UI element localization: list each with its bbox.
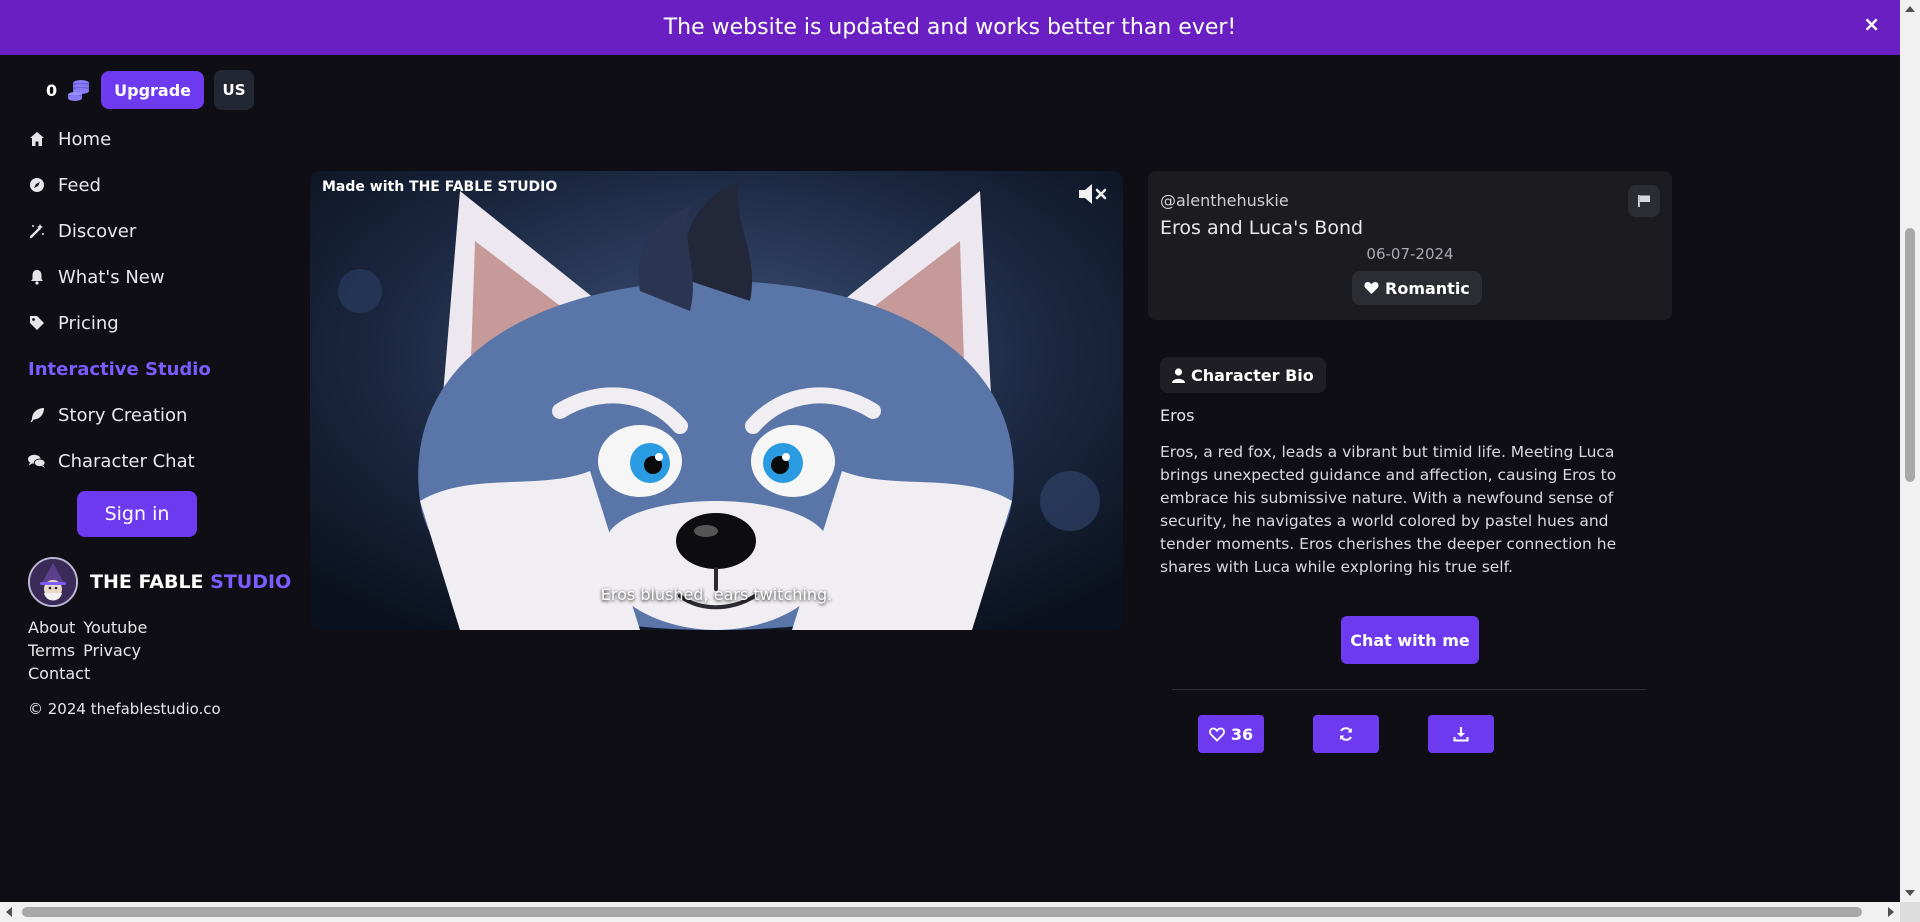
genre-label: Romantic (1385, 278, 1470, 298)
scroll-right-arrow-icon[interactable] (1888, 907, 1894, 917)
coin-balance: 0 (46, 80, 58, 100)
refresh-icon (1340, 727, 1352, 741)
wolf-character-illustration (310, 171, 1123, 630)
sidebar-item-discover[interactable]: Discover (28, 208, 211, 254)
horizontal-scrollbar[interactable] (0, 902, 1900, 922)
sidebar-item-label: Story Creation (58, 404, 188, 426)
scroll-down-arrow-icon[interactable] (1905, 890, 1915, 896)
story-date: 06-07-2024 (1366, 245, 1454, 263)
footer-link-privacy[interactable]: Privacy (83, 641, 141, 660)
sidebar-item-label: Discover (58, 220, 137, 242)
sidebar-item-label: Feed (58, 174, 101, 196)
author-handle[interactable]: @alenthehuskie (1160, 191, 1289, 210)
brand-name-main: THE FABLE (90, 571, 204, 593)
magic-wand-icon (28, 222, 46, 240)
story-video-player[interactable]: Made with THE FABLE STUDIO Eros blushed,… (310, 171, 1123, 630)
remix-button[interactable] (1313, 715, 1379, 753)
character-bio-tab[interactable]: Character Bio (1160, 357, 1326, 393)
brand-name: THE FABLE STUDIO (90, 571, 291, 593)
copyright-text: © 2024 thefablestudio.co (28, 700, 221, 718)
tag-icon (28, 314, 46, 332)
brand-name-accent: STUDIO (210, 571, 292, 593)
compass-icon (28, 176, 46, 194)
vertical-scrollbar[interactable] (1900, 0, 1920, 902)
story-title: Eros and Luca's Bond (1160, 217, 1364, 239)
subtitle-caption: Eros blushed, ears twitching. (600, 585, 833, 604)
sidebar-item-home[interactable]: Home (28, 116, 211, 162)
sidebar-item-feed[interactable]: Feed (28, 162, 211, 208)
chat-with-me-button[interactable]: Chat with me (1341, 616, 1479, 664)
scroll-up-arrow-icon[interactable] (1905, 6, 1915, 12)
locale-button[interactable]: US (214, 70, 255, 110)
report-flag-button[interactable] (1628, 185, 1660, 217)
watermark-label: Made with THE FABLE STUDIO (322, 179, 558, 195)
home-icon (28, 130, 46, 148)
character-name: Eros (1160, 406, 1195, 425)
like-count: 36 (1230, 724, 1254, 744)
sidebar-item-label: Home (58, 128, 112, 150)
flag-icon (1638, 195, 1650, 207)
sidebar-item-label: Character Chat (58, 450, 195, 472)
scroll-left-arrow-icon[interactable] (6, 907, 12, 917)
sidebar-item-label: What's New (58, 266, 165, 288)
close-icon[interactable]: × (1863, 12, 1880, 36)
footer-link-about[interactable]: About (28, 618, 75, 637)
banner-message: The website is updated and works better … (663, 15, 1237, 40)
upgrade-button[interactable]: Upgrade (101, 71, 205, 109)
heart-icon (1364, 282, 1379, 294)
sidebar-item-whats-new[interactable]: What's New (28, 254, 211, 300)
footer-link-terms[interactable]: Terms (28, 641, 75, 660)
scrollbar-corner (1900, 902, 1920, 922)
sidebar-item-pricing[interactable]: Pricing (28, 300, 211, 346)
footer-link-contact[interactable]: Contact (28, 664, 90, 683)
sign-in-button[interactable]: Sign in (77, 491, 197, 537)
horizontal-scrollbar-thumb[interactable] (22, 907, 1862, 917)
download-icon (1453, 727, 1469, 742)
account-controls: 0 Upgrade US (46, 70, 255, 110)
download-button[interactable] (1428, 715, 1494, 753)
announcement-banner: The website is updated and works better … (0, 0, 1900, 55)
divider (1172, 689, 1646, 690)
sidebar-nav: Home Feed Discover What's New Pricing In… (28, 116, 211, 484)
sidebar-item-label: Interactive Studio (28, 358, 211, 380)
heart-outline-icon (1208, 727, 1225, 742)
bio-tab-label: Character Bio (1191, 365, 1314, 385)
vertical-scrollbar-thumb[interactable] (1905, 228, 1915, 482)
footer-link-youtube[interactable]: Youtube (83, 618, 147, 637)
coins-icon (68, 80, 90, 101)
genre-badge[interactable]: Romantic (1352, 271, 1482, 305)
brand-logo[interactable]: THE FABLE STUDIO (28, 557, 291, 607)
character-bio-text: Eros, a red fox, leads a vibrant but tim… (1160, 443, 1617, 576)
muted-speaker-icon[interactable] (1077, 181, 1111, 207)
sidebar-item-interactive-studio[interactable]: Interactive Studio (28, 346, 211, 392)
sidebar-item-character-chat[interactable]: Character Chat (28, 438, 211, 484)
chat-bubbles-icon (28, 452, 46, 470)
wizard-avatar-icon (28, 557, 78, 607)
story-info-card: @alenthehuskie Eros and Luca's Bond 06-0… (1148, 171, 1672, 320)
feather-icon (28, 406, 46, 424)
footer-links: About Youtube Terms Privacy Contact (28, 616, 155, 685)
sidebar-item-story-creation[interactable]: Story Creation (28, 392, 211, 438)
like-button[interactable]: 36 (1198, 715, 1264, 753)
bell-icon (28, 268, 46, 286)
sidebar-item-label: Pricing (58, 312, 119, 334)
user-icon (1172, 367, 1185, 383)
